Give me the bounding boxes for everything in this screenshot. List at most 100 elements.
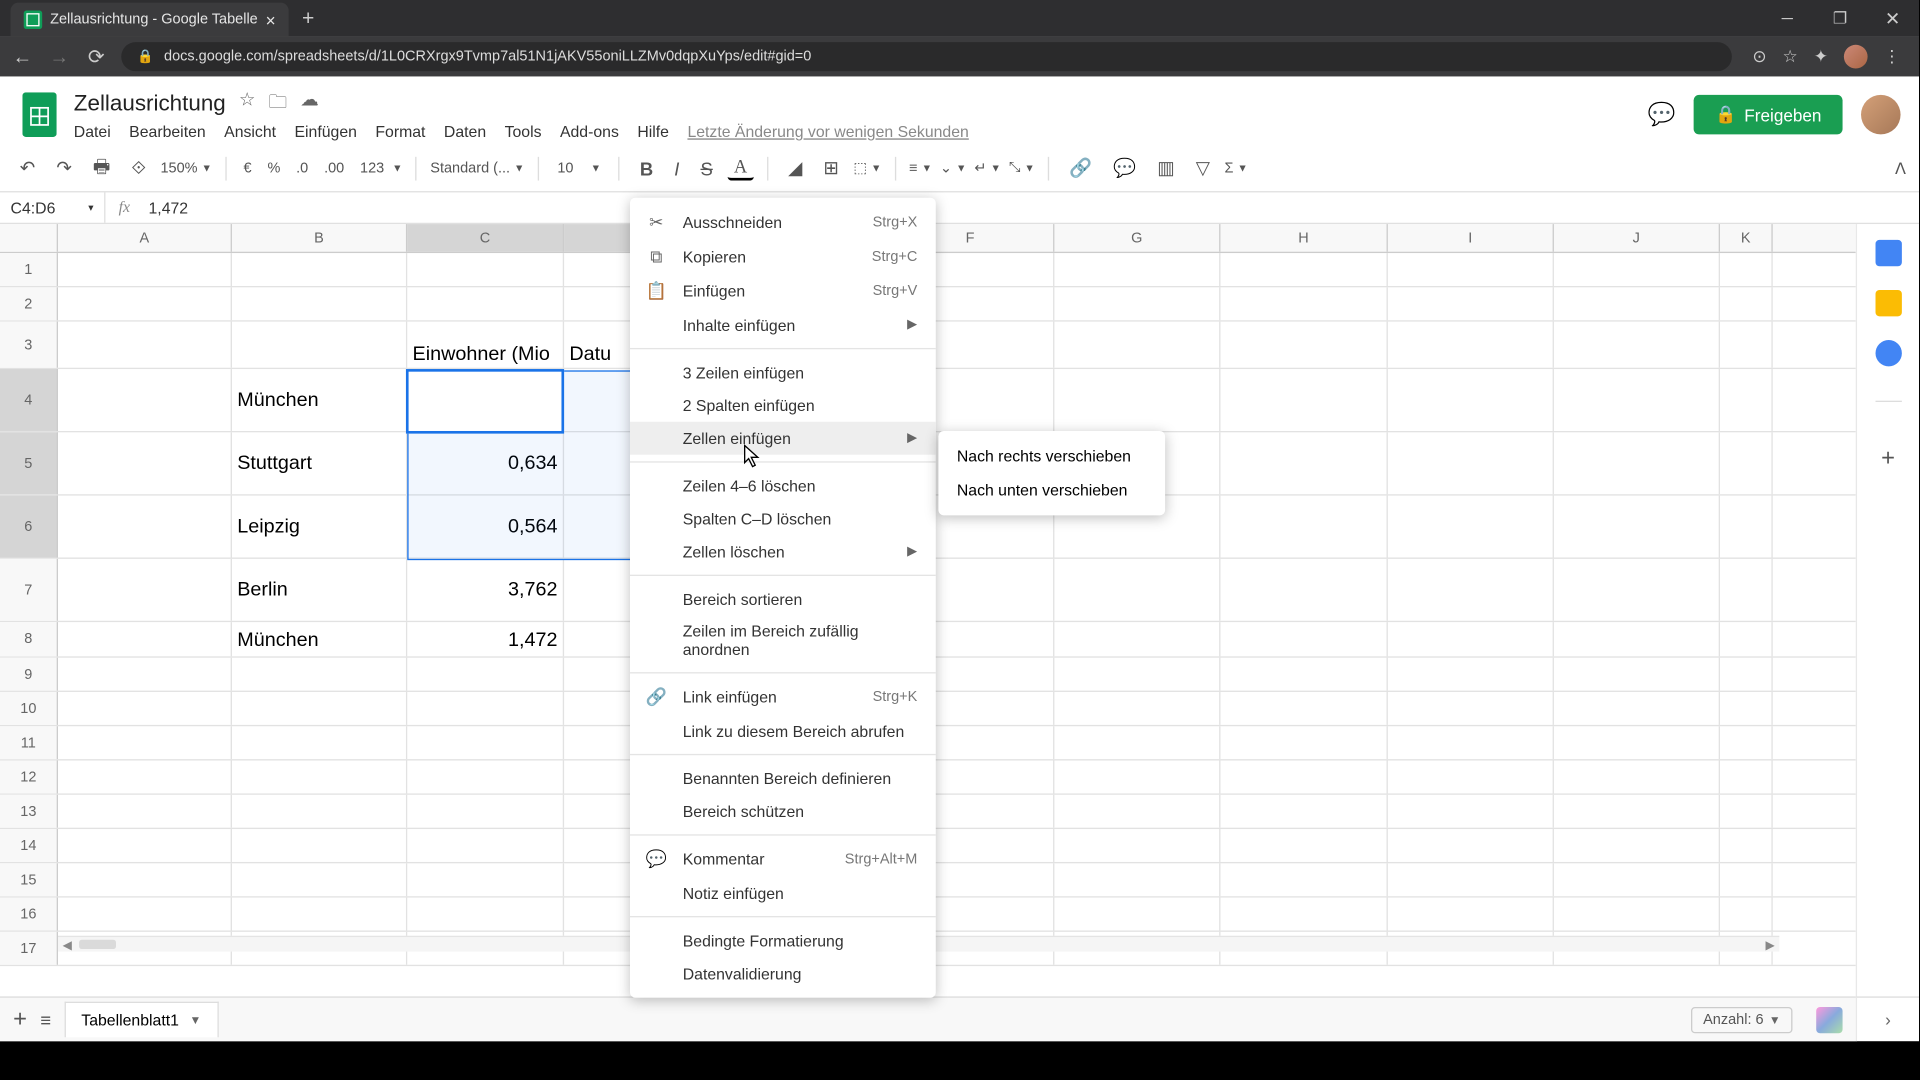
decrease-decimal[interactable]: .0 — [292, 160, 312, 176]
horizontal-align-button[interactable]: ≡▼ — [909, 160, 932, 176]
move-icon[interactable]: 🗀 — [269, 88, 287, 120]
chevron-down-icon[interactable]: ▼ — [189, 1014, 201, 1027]
increase-decimal[interactable]: .00 — [320, 160, 348, 176]
star-icon[interactable]: ☆ — [239, 88, 256, 120]
more-formats[interactable]: 123▼ — [356, 160, 403, 176]
extensions-icon[interactable]: ✦ — [1814, 46, 1828, 67]
text-wrap-button[interactable]: ↵▼ — [974, 159, 1001, 176]
ctx-insert-cols[interactable]: 2 Spalten einfügen — [630, 389, 936, 422]
ctx-paste-special[interactable]: Inhalte einfügen▶ — [630, 308, 936, 341]
menu-daten[interactable]: Daten — [444, 123, 486, 141]
menu-format[interactable]: Format — [375, 123, 425, 141]
ctx-note[interactable]: Notiz einfügen — [630, 876, 936, 909]
column-header-c[interactable]: C — [407, 224, 564, 252]
filter-button[interactable]: ▽ — [1189, 153, 1216, 183]
column-header-b[interactable]: B — [232, 224, 407, 252]
calendar-addon-icon[interactable] — [1875, 240, 1901, 266]
sheet-tab[interactable]: Tabellenblatt1 ▼ — [64, 1002, 218, 1038]
bold-button[interactable]: B — [633, 154, 660, 183]
get-addons-icon[interactable]: + — [1881, 444, 1895, 472]
menu-bearbeiten[interactable]: Bearbeiten — [129, 123, 206, 141]
profile-avatar-small[interactable] — [1844, 45, 1868, 69]
reload-button[interactable]: ⟳ — [84, 45, 108, 69]
font-size-select[interactable]: 10▼ — [553, 160, 606, 176]
window-maximize-icon[interactable]: ❐ — [1814, 0, 1867, 37]
ctx-paste[interactable]: 📋EinfügenStrg+V — [630, 274, 936, 308]
ctx-delete-cols[interactable]: Spalten C–D löschen — [630, 502, 936, 535]
ctx-get-link[interactable]: Link zu diesem Bereich abrufen — [630, 714, 936, 747]
menu-einfuegen[interactable]: Einfügen — [294, 123, 356, 141]
submenu-shift-down[interactable]: Nach unten verschieben — [938, 473, 1165, 507]
back-button[interactable]: ← — [11, 45, 35, 67]
selection-summary[interactable]: Anzahl: 6 ▼ — [1691, 1006, 1792, 1032]
name-box[interactable]: C4:D6 ▾ — [0, 192, 105, 222]
strikethrough-button[interactable]: S — [694, 154, 719, 183]
ctx-delete-cells[interactable]: Zellen löschen▶ — [630, 535, 936, 568]
bookmark-icon[interactable]: ☆ — [1783, 46, 1798, 67]
ctx-named-range[interactable]: Benannten Bereich definieren — [630, 762, 936, 795]
column-header-i[interactable]: I — [1388, 224, 1554, 252]
borders-button[interactable]: ⊞ — [817, 153, 846, 183]
document-title[interactable]: Zellausrichtung — [74, 91, 226, 117]
column-header-h[interactable]: H — [1220, 224, 1387, 252]
close-tab-icon[interactable]: × — [266, 10, 276, 30]
font-select[interactable]: Standard (...▼ — [430, 160, 525, 176]
menu-addons[interactable]: Add-ons — [560, 123, 619, 141]
zoom-indicator-icon[interactable]: ⊙ — [1752, 46, 1766, 67]
column-header-j[interactable]: J — [1554, 224, 1720, 252]
ctx-copy[interactable]: ⧉KopierenStrg+C — [630, 240, 936, 274]
cloud-status-icon[interactable]: ☁ — [300, 88, 318, 120]
explore-button[interactable] — [1816, 1006, 1842, 1032]
comments-icon[interactable]: 💬 — [1648, 101, 1676, 127]
merge-cells-button[interactable]: ⬚▼ — [853, 159, 881, 176]
select-all-corner[interactable] — [0, 224, 58, 252]
zoom-select[interactable]: 150%▼ — [160, 160, 211, 176]
window-close-icon[interactable]: ✕ — [1866, 0, 1919, 37]
new-tab-button[interactable]: + — [289, 3, 328, 37]
user-avatar[interactable] — [1861, 95, 1901, 135]
column-header-k[interactable]: K — [1720, 224, 1773, 252]
ctx-insert-cells[interactable]: Zellen einfügen▶ — [630, 422, 936, 455]
redo-button[interactable]: ↷ — [50, 153, 79, 183]
all-sheets-button[interactable]: ≡ — [40, 1009, 51, 1030]
share-button[interactable]: 🔒 Freigeben — [1694, 95, 1843, 135]
add-sheet-button[interactable]: + — [13, 1006, 27, 1034]
ctx-delete-rows[interactable]: Zeilen 4–6 löschen — [630, 469, 936, 502]
ctx-cond-format[interactable]: Bedingte Formatierung — [630, 924, 936, 957]
browser-tab[interactable]: Zellausrichtung - Google Tabelle × — [11, 3, 289, 37]
submenu-shift-right[interactable]: Nach rechts verschieben — [938, 439, 1165, 473]
fill-color-button[interactable]: ◢ — [782, 153, 809, 183]
ctx-data-valid[interactable]: Datenvalidierung — [630, 957, 936, 990]
vertical-align-button[interactable]: ⌄▼ — [940, 159, 967, 176]
undo-button[interactable]: ↶ — [13, 153, 42, 183]
menu-tools[interactable]: Tools — [505, 123, 542, 141]
ctx-comment[interactable]: 💬KommentarStrg+Alt+M — [630, 842, 936, 876]
menu-hilfe[interactable]: Hilfe — [637, 123, 669, 141]
text-color-button[interactable]: A — [727, 156, 754, 181]
menu-ansicht[interactable]: Ansicht — [224, 123, 276, 141]
italic-button[interactable]: I — [668, 154, 686, 183]
ctx-cut[interactable]: ✂AusschneidenStrg+X — [630, 206, 936, 240]
paint-format-button[interactable]: ⟐ — [125, 153, 153, 183]
format-percent[interactable]: % — [263, 160, 284, 176]
format-currency-euro[interactable]: € — [240, 160, 256, 176]
ctx-randomize[interactable]: Zeilen im Bereich zufällig anordnen — [630, 616, 936, 666]
column-header-a[interactable]: A — [58, 224, 232, 252]
browser-menu-icon[interactable]: ⋮ — [1883, 46, 1900, 67]
last-edit-text[interactable]: Letzte Änderung vor wenigen Sekunden — [687, 123, 968, 141]
tasks-addon-icon[interactable] — [1875, 340, 1901, 366]
insert-comment-button[interactable]: 💬 — [1107, 153, 1143, 183]
column-header-g[interactable]: G — [1054, 224, 1220, 252]
keep-addon-icon[interactable] — [1875, 290, 1901, 316]
ctx-insert-link[interactable]: 🔗Link einfügenStrg+K — [630, 680, 936, 714]
sheets-logo-icon[interactable] — [18, 87, 60, 142]
insert-link-button[interactable]: 🔗 — [1063, 153, 1099, 183]
forward-button[interactable]: → — [47, 45, 71, 67]
text-rotation-button[interactable]: ⤡▼ — [1009, 159, 1035, 176]
functions-button[interactable]: Σ▼ — [1224, 160, 1247, 176]
side-panel-toggle[interactable]: › — [1856, 996, 1919, 1041]
ctx-protect[interactable]: Bereich schützen — [630, 795, 936, 828]
print-button[interactable]: 🖶 — [86, 148, 117, 188]
url-input[interactable]: 🔒 docs.google.com/spreadsheets/d/1L0CRXr… — [121, 42, 1731, 71]
menu-datei[interactable]: Datei — [74, 123, 111, 141]
